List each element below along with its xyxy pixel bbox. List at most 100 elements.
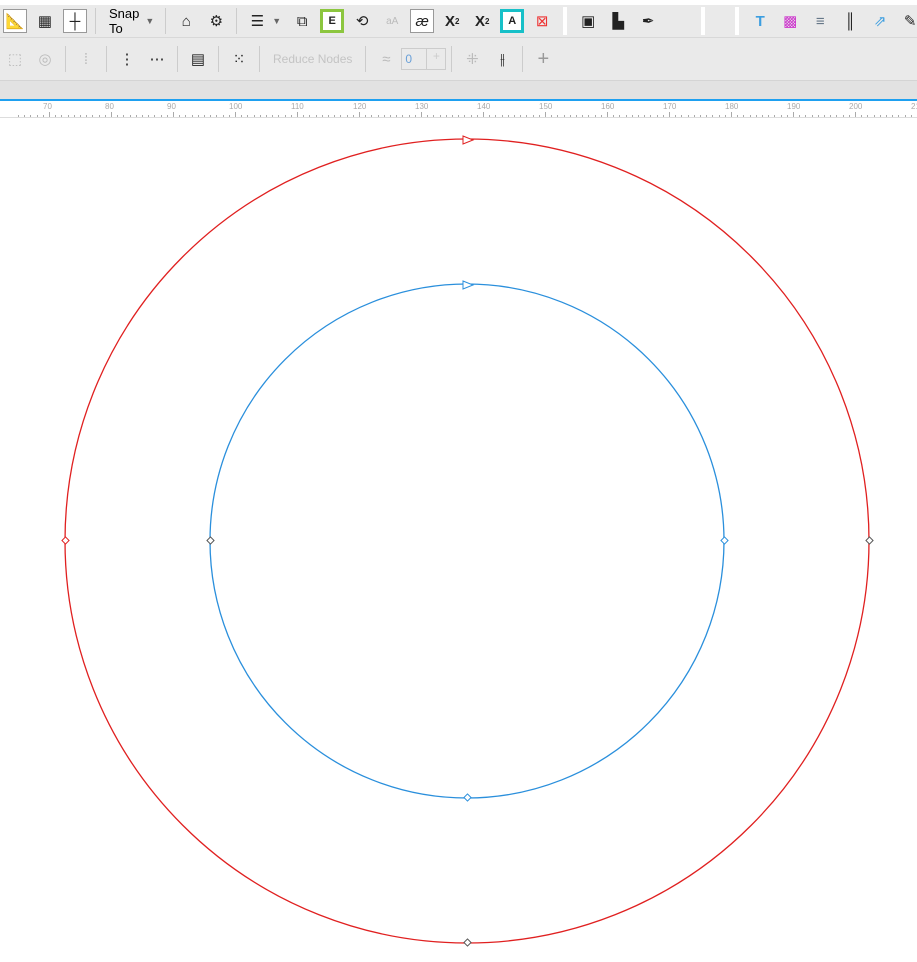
outer-node-bottom[interactable] — [463, 938, 472, 947]
ruler-tick-mark — [371, 115, 373, 117]
ruler-tick-mark — [514, 115, 515, 117]
superscript-icon[interactable]: X2 — [470, 9, 494, 33]
ruler-tick-mark — [619, 115, 621, 117]
align-horizontal-icon[interactable]: ⋯ — [145, 47, 169, 71]
ruler-tick-mark — [179, 115, 181, 117]
ruler-tick-mark — [377, 115, 379, 117]
distribute-icon[interactable]: ▤ — [186, 47, 210, 71]
ligature-icon[interactable]: æ — [410, 9, 435, 33]
ruler-tick-mark — [266, 115, 267, 117]
text-frame-icon[interactable]: A — [500, 9, 525, 33]
ruler-tick-mark — [861, 115, 863, 117]
ruler-tick-mark — [235, 112, 236, 117]
slider-icon[interactable]: + — [426, 49, 445, 69]
snap-to-button[interactable]: Snap To — [109, 6, 139, 36]
change-case-icon: aA — [386, 15, 399, 27]
chevron-down-icon[interactable]: ▼ — [145, 16, 154, 26]
add-icon[interactable]: + — [531, 47, 555, 71]
color-palette-icon[interactable]: ▩ — [778, 9, 802, 33]
ruler-tick-mark — [160, 115, 162, 117]
align-vertical-icon[interactable]: ⋮ — [115, 47, 139, 71]
ruler-tick-mark — [594, 115, 596, 117]
window-icon[interactable]: ☰ — [245, 9, 269, 33]
inner-circle[interactable] — [209, 283, 725, 799]
inner-node-left[interactable] — [206, 536, 215, 545]
outer-circle[interactable] — [64, 138, 870, 944]
ruler-tick-mark — [650, 115, 652, 117]
export-icon[interactable]: ⇗ — [868, 9, 892, 33]
home-icon[interactable]: ⌂ — [174, 9, 198, 33]
ruler-tick-mark — [700, 115, 701, 117]
gear-icon[interactable]: ⚙ — [204, 9, 228, 33]
edit-icon[interactable]: ✎ — [898, 9, 917, 33]
bitmap-icon[interactable]: ▙ — [606, 9, 630, 33]
pen-nib-icon[interactable]: ✒ — [636, 9, 660, 33]
ruler-tick-mark — [123, 115, 125, 117]
ruler-tick-mark — [507, 115, 509, 117]
ruler-tick-label: 120 — [353, 102, 367, 111]
ruler-tick-mark — [638, 115, 639, 117]
layers-icon[interactable]: ≡ — [808, 9, 832, 33]
ruler-tick-mark — [340, 115, 342, 117]
ruler-tick-mark — [607, 112, 608, 117]
combine-icon[interactable]: ⧉ — [290, 9, 314, 33]
ruler-tick-mark — [408, 115, 410, 117]
chevron-down-icon[interactable]: ▼ — [272, 16, 281, 26]
ruler-tick-mark — [718, 115, 720, 117]
inner-start-node[interactable] — [462, 280, 475, 290]
select-all-nodes-icon[interactable]: ⁙ — [227, 47, 251, 71]
rotate-icon[interactable]: ⟲ — [350, 9, 374, 33]
ruler-tick-mark — [768, 115, 770, 117]
ruler-tick-mark — [427, 115, 429, 117]
fit-frame-icon[interactable]: ▣ — [576, 9, 600, 33]
outer-node-left[interactable] — [61, 536, 70, 545]
ruler-tick-mark — [402, 115, 404, 117]
inner-node-right[interactable] — [720, 536, 729, 545]
ruler-tick-mark — [135, 115, 137, 117]
remove-link-icon[interactable]: ⊠ — [530, 9, 554, 33]
drawing-canvas[interactable] — [0, 118, 917, 962]
ruler-tick-mark — [86, 115, 88, 117]
subscript-icon[interactable]: X2 — [440, 9, 464, 33]
divider — [451, 46, 453, 72]
ruler-tick-mark — [904, 115, 906, 117]
ruler-tick-mark — [464, 115, 466, 117]
grid-icon[interactable]: ▦ — [33, 9, 57, 33]
smoothness-value[interactable]: 0 — [402, 49, 426, 69]
ruler-tick-mark — [210, 115, 212, 117]
ruler-tick-mark — [272, 115, 274, 117]
node-toolbar: ⬚ ◎ ⁞ ⋮ ⋯ ▤ ⁙ Reduce Nodes ≈ 0 + ⁜ ⫲ + — [0, 37, 917, 80]
ruler-tick-mark — [805, 115, 807, 117]
outer-node-right[interactable] — [865, 536, 874, 545]
ruler-tick-mark — [55, 115, 57, 117]
ruler-tick-mark — [129, 115, 131, 117]
ruler-tick-mark — [483, 112, 484, 117]
envelope-e-icon[interactable]: E — [320, 9, 345, 33]
ruler-tick-mark — [848, 115, 850, 117]
elastic-mode-icon: ⁜ — [466, 51, 479, 68]
ruler-tick-mark — [241, 115, 243, 117]
ruler-tick-mark — [681, 115, 683, 117]
barcode-icon[interactable]: ║ — [838, 9, 862, 33]
rulers-icon[interactable]: 📐 — [3, 9, 27, 33]
inner-node-bottom[interactable] — [463, 793, 472, 802]
ruler-tick-mark — [576, 115, 577, 117]
ruler-tick-mark — [365, 115, 367, 117]
horizontal-ruler[interactable]: 70 80 90 100 110 120 130 140 150 160 170 180 190 200 2… — [0, 99, 917, 118]
ruler-tick-mark — [352, 115, 354, 117]
ruler-tick-label: 80 — [105, 102, 114, 111]
ruler-tick-mark — [359, 112, 360, 117]
ruler-tick-mark — [191, 115, 193, 117]
divider — [65, 46, 66, 72]
smoothness-input[interactable]: 0 + — [401, 48, 447, 70]
reduce-nodes-button: Reduce Nodes — [273, 52, 353, 66]
node-line-icon[interactable]: ⫲ — [490, 47, 514, 71]
outer-start-node[interactable] — [462, 135, 475, 145]
text-style-icon[interactable]: T — [748, 9, 772, 33]
ruler-tick-mark — [42, 115, 44, 117]
ruler-tick-mark — [421, 112, 422, 117]
ruler-tick-label: 130 — [415, 102, 429, 111]
ruler-tick-mark — [755, 115, 757, 117]
guidelines-icon[interactable]: ┼ — [63, 9, 87, 33]
ruler-tick-mark — [166, 115, 168, 117]
